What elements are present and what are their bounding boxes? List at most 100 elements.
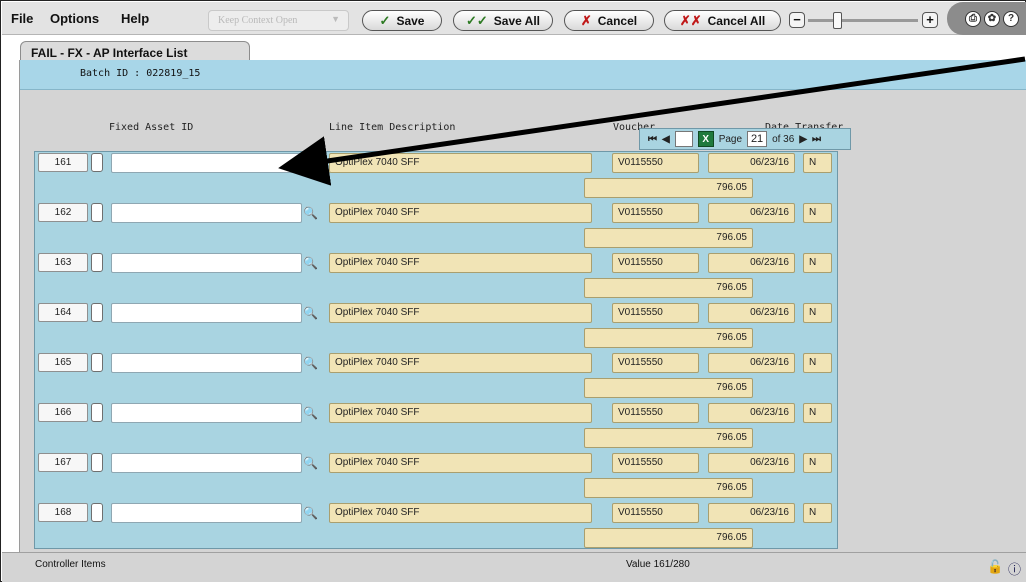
- zoom-out-button[interactable]: −: [789, 12, 805, 28]
- line-item-description: OptiPlex 7040 SFF: [329, 353, 592, 373]
- batch-header: Batch ID : 022819_15: [20, 60, 1026, 90]
- line-item-description: OptiPlex 7040 SFF: [329, 253, 592, 273]
- zoom-slider-thumb[interactable]: [833, 12, 842, 29]
- line-item-description: OptiPlex 7040 SFF: [329, 453, 592, 473]
- lookup-icon[interactable]: 🔍: [303, 456, 318, 470]
- date-field: 06/23/16: [708, 403, 795, 423]
- save-button[interactable]: ✓ Save: [362, 10, 442, 31]
- voucher-field: V0115550: [612, 303, 699, 323]
- date-field: 06/23/16: [708, 203, 795, 223]
- lookup-icon[interactable]: 🔍: [303, 406, 318, 420]
- menu-file[interactable]: File: [11, 11, 33, 26]
- transfer-flag: N: [803, 453, 832, 473]
- zoom-in-button[interactable]: +: [922, 12, 938, 28]
- fixed-asset-id-input[interactable]: [111, 303, 302, 323]
- line-item-description: OptiPlex 7040 SFF: [329, 153, 592, 173]
- menu-bar: File Options Help Keep Context Open ▼ ✓ …: [2, 2, 1026, 35]
- lookup-icon[interactable]: 🔍: [303, 356, 318, 370]
- date-field: 06/23/16: [708, 303, 795, 323]
- line-item-description: OptiPlex 7040 SFF: [329, 403, 592, 423]
- amount-field: 796.05: [584, 178, 753, 198]
- double-x-icon: ✗✗: [679, 12, 702, 28]
- cancel-all-button[interactable]: ✗✗ Cancel All: [664, 10, 781, 31]
- zoom-slider-track[interactable]: [808, 19, 918, 22]
- lookup-icon[interactable]: 🔍: [303, 156, 318, 170]
- fixed-asset-id-input[interactable]: [111, 153, 302, 173]
- keep-context-label: Keep Context Open: [218, 15, 298, 26]
- page-number-input[interactable]: 21: [747, 131, 768, 147]
- fixed-asset-id-input[interactable]: [111, 453, 302, 473]
- row-number-button[interactable]: 168: [38, 503, 88, 522]
- lookup-icon[interactable]: 🔍: [303, 506, 318, 520]
- fixed-asset-id-input[interactable]: [111, 203, 302, 223]
- next-page-icon[interactable]: ▶: [799, 134, 807, 145]
- last-page-icon[interactable]: ⏭: [812, 134, 821, 145]
- voucher-field: V0115550: [612, 453, 699, 473]
- keep-context-dropdown[interactable]: Keep Context Open ▼: [208, 10, 349, 31]
- row-checkbox[interactable]: [91, 303, 103, 322]
- date-field: 06/23/16: [708, 503, 795, 523]
- menu-options[interactable]: Options: [50, 11, 99, 26]
- lookup-icon[interactable]: 🔍: [303, 256, 318, 270]
- fixed-asset-id-input[interactable]: [111, 353, 302, 373]
- pager: ⏮ ◀ X Page 21 of 36 ▶ ⏭: [639, 128, 851, 150]
- row-checkbox[interactable]: [91, 253, 103, 272]
- amount-field: 796.05: [584, 328, 753, 348]
- menu-help[interactable]: Help: [121, 11, 149, 26]
- line-item-description: OptiPlex 7040 SFF: [329, 503, 592, 523]
- row-number-button[interactable]: 163: [38, 253, 88, 272]
- tab-strip: FAIL - FX - AP Interface List: [2, 35, 1026, 63]
- amount-field: 796.05: [584, 478, 753, 498]
- row-checkbox[interactable]: [91, 353, 103, 372]
- save-all-label: Save All: [493, 13, 541, 28]
- status-bar: Controller Items Value 161/280 🔓 ⓘ: [2, 552, 1026, 582]
- row-number-button[interactable]: 164: [38, 303, 88, 322]
- lookup-icon[interactable]: 🔍: [303, 306, 318, 320]
- row-number-button[interactable]: 167: [38, 453, 88, 472]
- prev-page-icon[interactable]: ◀: [662, 134, 670, 145]
- fixed-asset-id-input[interactable]: [111, 403, 302, 423]
- checkmark-icon: ✓: [379, 12, 391, 28]
- first-page-icon[interactable]: ⏮: [648, 134, 657, 145]
- page-box[interactable]: [674, 131, 693, 147]
- date-field: 06/23/16: [708, 253, 795, 273]
- fixed-asset-id-input[interactable]: [111, 503, 302, 523]
- amount-field: 796.05: [584, 378, 753, 398]
- row-checkbox[interactable]: [91, 503, 103, 522]
- help-icon[interactable]: ?: [1003, 11, 1019, 27]
- voucher-field: V0115550: [612, 153, 699, 173]
- fixed-asset-id-input[interactable]: [111, 253, 302, 273]
- settings-icon[interactable]: ✿: [984, 11, 1000, 27]
- cancel-label: Cancel: [597, 13, 638, 28]
- lock-icon[interactable]: 🔓: [987, 559, 1003, 575]
- print-icon[interactable]: ⎙: [965, 11, 981, 27]
- date-field: 06/23/16: [708, 353, 795, 373]
- transfer-flag: N: [803, 153, 832, 173]
- batch-id: Batch ID : 022819_15: [80, 68, 201, 79]
- chevron-down-icon: ▼: [331, 14, 340, 24]
- date-field: 06/23/16: [708, 453, 795, 473]
- row-number-button[interactable]: 162: [38, 203, 88, 222]
- transfer-flag: N: [803, 303, 832, 323]
- line-item-description: OptiPlex 7040 SFF: [329, 303, 592, 323]
- transfer-flag: N: [803, 353, 832, 373]
- lookup-icon[interactable]: 🔍: [303, 206, 318, 220]
- status-left: Controller Items: [35, 559, 106, 570]
- row-checkbox[interactable]: [91, 403, 103, 422]
- row-number-button[interactable]: 161: [38, 153, 88, 172]
- cancel-button[interactable]: ✗ Cancel: [564, 10, 654, 31]
- row-number-button[interactable]: 165: [38, 353, 88, 372]
- voucher-field: V0115550: [612, 503, 699, 523]
- voucher-field: V0115550: [612, 253, 699, 273]
- row-checkbox[interactable]: [91, 453, 103, 472]
- voucher-field: V0115550: [612, 353, 699, 373]
- row-checkbox[interactable]: [91, 203, 103, 222]
- save-all-button[interactable]: ✓✓ Save All: [453, 10, 553, 31]
- save-label: Save: [396, 13, 425, 28]
- info-icon[interactable]: ⓘ: [1008, 559, 1021, 578]
- excel-export-icon[interactable]: X: [697, 131, 714, 147]
- voucher-field: V0115550: [612, 203, 699, 223]
- row-number-button[interactable]: 166: [38, 403, 88, 422]
- row-checkbox[interactable]: [91, 153, 103, 172]
- amount-field: 796.05: [584, 228, 753, 248]
